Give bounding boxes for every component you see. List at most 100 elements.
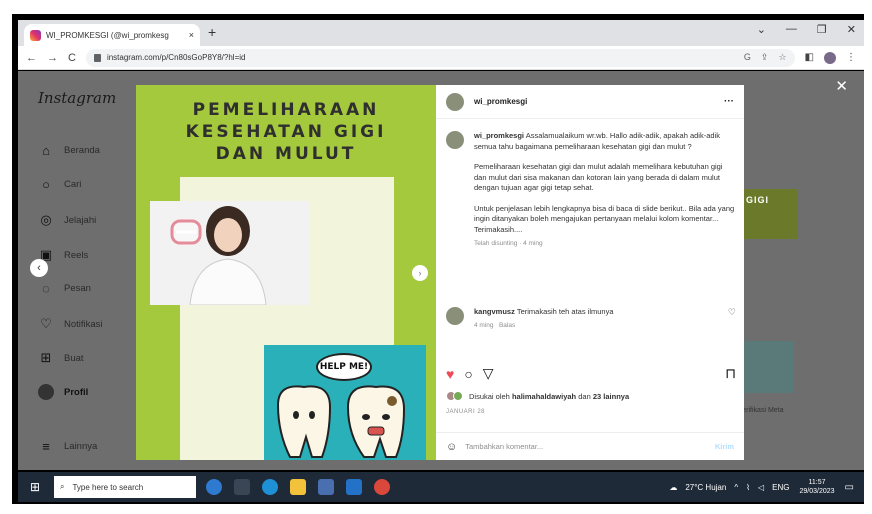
new-tab-button[interactable]: + (208, 24, 216, 40)
clock-date: 29/03/2023 (799, 488, 835, 495)
store-icon[interactable] (318, 479, 334, 495)
instagram-logo[interactable]: Instagram (38, 89, 116, 107)
sidebar-item-jelajahi[interactable]: ◎ Jelajahi (38, 212, 96, 228)
commenter-avatar[interactable] (446, 307, 464, 325)
next-slide-button[interactable]: › (412, 265, 428, 281)
messenger-icon: ◌ (42, 281, 50, 296)
close-window-button[interactable]: ✕ (847, 23, 856, 36)
likes-count[interactable]: 23 lainnya (593, 392, 629, 401)
post-image-title: PEMELIHARAAN KESEHATAN GIGI DAN MULUT (136, 99, 436, 165)
sidebar-item-pesan[interactable]: ◌ Pesan (38, 281, 91, 296)
windows-start-icon[interactable]: ⊞ (30, 480, 44, 494)
language-indicator[interactable]: ENG (772, 483, 789, 492)
tab-close-icon[interactable]: × (189, 30, 194, 40)
address-bar[interactable]: instagram.com/p/Cn80sGoP8Y8/?hl=id G ⇪ ☆ (85, 48, 795, 67)
save-bookmark-icon[interactable]: ⊓ (725, 365, 736, 382)
weather-text[interactable]: 27°C Hujan (685, 483, 726, 492)
forward-arrow-icon[interactable]: → (47, 52, 58, 64)
taskbar-clock[interactable]: 11:57 29/03/2023 (800, 478, 835, 496)
comment-like-icon[interactable]: ♡ (728, 307, 736, 329)
share-send-icon[interactable]: ▽ (483, 365, 494, 382)
reply-link[interactable]: Balas (499, 322, 515, 329)
sidebar-item-label: Pesan (64, 283, 91, 294)
sidebar-item-cari[interactable]: ○ Cari (38, 177, 81, 192)
likes-username[interactable]: halimahaldawiyah (512, 392, 576, 401)
comment-input[interactable]: Tambahkan komentar... (465, 442, 543, 451)
sidebar-item-label: Profil (64, 386, 89, 398)
notification-icon[interactable]: ▭ (845, 482, 854, 493)
sidebar-item-notifikasi[interactable]: ♡ Notifikasi (38, 316, 102, 332)
network-icon[interactable]: ⌇ (746, 483, 750, 492)
background-thumbnail-text: GIGI (746, 195, 770, 205)
emoji-icon[interactable]: ☺ (446, 441, 457, 453)
author-username[interactable]: wi_promkesgi (474, 97, 527, 106)
weather-icon: ☁ (669, 482, 678, 492)
sidebar-item-label: Jelajahi (64, 214, 97, 226)
post-image[interactable]: PEMELIHARAAN KESEHATAN GIGI DAN MULUT › … (136, 85, 436, 460)
restore-button[interactable]: ❐ (817, 23, 827, 36)
likes-prefix: Disukai oleh (469, 391, 510, 401)
sidebar-item-label: Reels (64, 249, 89, 261)
mail-icon[interactable] (346, 479, 362, 495)
taskbar-search-placeholder: Type here to search (72, 482, 144, 492)
tab-search-icon[interactable]: ⌄ (757, 23, 766, 36)
comment-text: Terimakasih teh atas ilmunya (516, 307, 614, 316)
profile-avatar (38, 384, 54, 400)
url-text[interactable]: instagram.com/p/Cn80sGoP8Y8/?hl=id (107, 53, 246, 62)
task-view-icon[interactable] (234, 479, 250, 495)
post-image-title-line: KESEHATAN GIGI (185, 122, 387, 142)
side-panel-icon[interactable]: ◧ (805, 52, 814, 63)
teeth-illustration: HELP ME! (264, 345, 426, 460)
clock-time: 11:57 (808, 479, 826, 486)
like-heart-icon[interactable]: ♥ (446, 366, 454, 382)
search-icon: ⌕ (60, 482, 65, 491)
lock-icon (93, 53, 101, 62)
author-avatar[interactable] (446, 92, 464, 111)
add-comment-bar: ☺ Tambahkan komentar... Kirim (436, 432, 744, 460)
caption-username[interactable]: wi_promkesgi (474, 131, 524, 140)
post-actions: ♥ ○ ▽ ⊓ (446, 365, 736, 382)
post-caption: wi_promkesgi Assalamualaikum wr.wb. Hall… (446, 131, 736, 250)
reload-icon[interactable]: C (68, 52, 76, 64)
caption-avatar[interactable] (446, 131, 464, 149)
tray-chevron-icon[interactable]: ^ (734, 483, 738, 492)
send-comment-button[interactable]: Kirim (715, 442, 734, 451)
bing-icon[interactable] (206, 479, 222, 495)
comment-icon[interactable]: ○ (464, 366, 472, 382)
address-row: ← → C instagram.com/p/Cn80sGoP8Y8/?hl=id… (18, 46, 864, 70)
likes-summary: Disukai oleh halimahaldawiyah dan 23 lai… (446, 391, 629, 401)
sidebar-item-profil[interactable]: Profil (38, 384, 88, 400)
sidebar-item-buat[interactable]: ⊞ Buat (38, 350, 84, 366)
sidebar-item-reels[interactable]: ▣ Reels (38, 247, 88, 263)
google-lens-icon[interactable]: G (744, 52, 751, 63)
sidebar-item-lainnya[interactable]: ≡ Lainnya (38, 439, 97, 454)
likes-mid: dan (578, 391, 591, 401)
close-modal-icon[interactable]: ✕ (835, 77, 848, 95)
share-icon[interactable]: ⇪ (761, 52, 769, 63)
browser-tab-bar: WI_PROMKESGI (@wi_promkesg × + ⌄ — ❐ ✕ (18, 20, 864, 46)
background-post-thumbnail (738, 341, 794, 393)
browser-tab[interactable]: WI_PROMKESGI (@wi_promkesg × (24, 24, 200, 46)
compass-icon: ◎ (40, 212, 52, 227)
minimize-button[interactable]: — (786, 23, 797, 36)
taskbar-search[interactable]: ⌕ Type here to search (54, 476, 196, 498)
edge-icon[interactable] (262, 479, 278, 495)
volume-icon[interactable]: ◁ (758, 483, 764, 492)
bookmark-star-icon[interactable]: ☆ (778, 52, 786, 63)
edited-timestamp: Telah disunting · 4 ming (474, 240, 543, 247)
chrome-icon[interactable] (374, 479, 390, 495)
instagram-page: Instagram ⌂ Beranda ○ Cari ◎ Jelajahi ▣ … (18, 71, 864, 470)
sidebar-item-beranda[interactable]: ⌂ Beranda (38, 143, 100, 158)
browser-menu-icon[interactable]: ⋮ (846, 52, 856, 63)
back-arrow-icon[interactable]: ← (26, 52, 37, 64)
taskbar-tray: ☁ 27°C Hujan ^ ⌇ ◁ ENG (669, 483, 789, 492)
more-options-icon[interactable]: ··· (724, 96, 734, 107)
post-date: JANUARI 28 (446, 409, 486, 415)
sidebar-item-label: Buat (64, 352, 84, 364)
file-explorer-icon[interactable] (290, 479, 306, 495)
previous-post-button[interactable]: ‹ (30, 259, 48, 277)
profile-avatar-icon[interactable] (824, 51, 836, 64)
comment-username[interactable]: kangvmusz (474, 307, 515, 316)
comment-time: 4 ming (474, 322, 494, 329)
post-image-title-line: DAN MULUT (215, 144, 357, 164)
